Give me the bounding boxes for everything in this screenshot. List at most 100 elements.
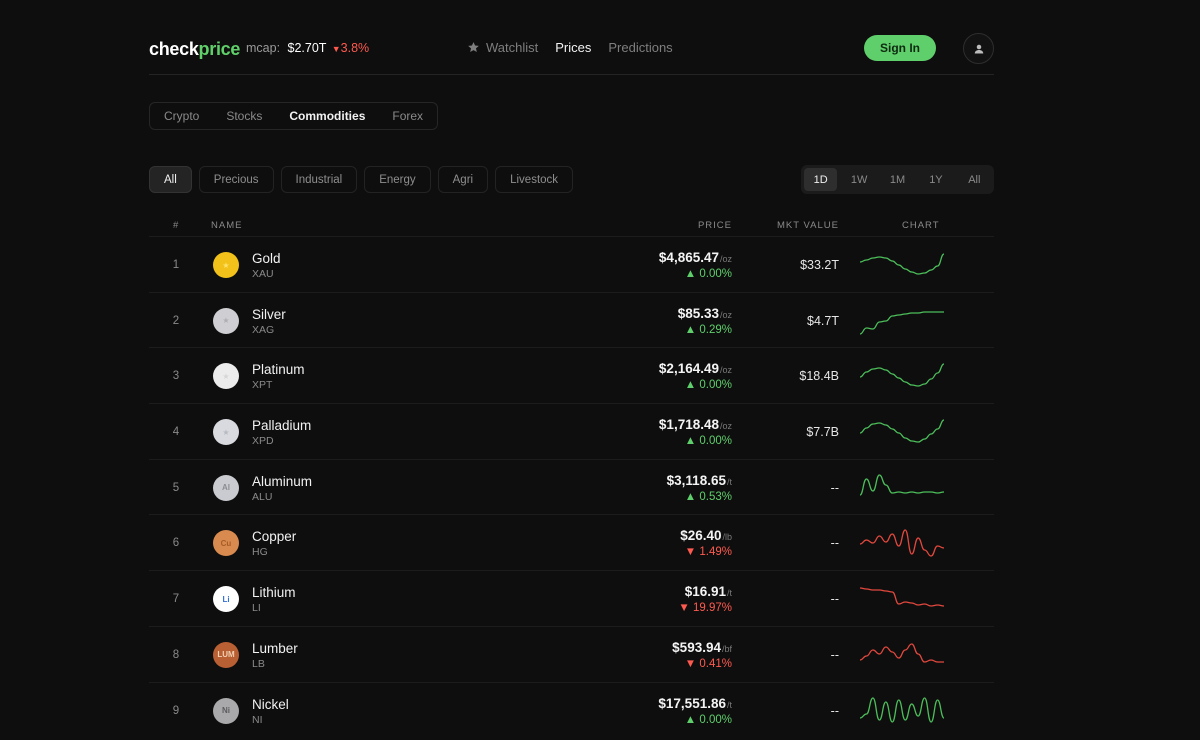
row-price-value: $593.94	[672, 639, 721, 655]
sparkline-chart	[859, 643, 944, 663]
lithium-icon: Li	[213, 586, 239, 613]
filter-industrial[interactable]: Industrial	[280, 166, 358, 193]
coin-icon-glyph: Ni	[222, 706, 230, 715]
row-market-value: --	[830, 592, 839, 607]
row-price: $85.33/oz	[678, 306, 732, 321]
row-symbol: XAG	[252, 323, 275, 336]
col-price[interactable]: PRICE	[698, 220, 732, 231]
sparkline-chart	[859, 253, 945, 275]
coin-icon-glyph: LUM	[217, 650, 235, 660]
nav-predictions[interactable]: Predictions	[608, 40, 672, 55]
down-arrow-icon: ▼	[684, 657, 697, 670]
table-row[interactable]: 9 Ni Nickel NI $17,551.86/t ▲ 0.00% --	[149, 681, 994, 738]
row-symbol: LB	[252, 657, 265, 670]
sparkline-path	[859, 696, 945, 723]
filter-energy[interactable]: Energy	[364, 166, 431, 193]
sparkline-path	[859, 587, 945, 607]
sparkline-path	[859, 529, 945, 558]
table-row[interactable]: 6 Cu Copper HG $26.40/lb ▼ 1.49% --	[149, 514, 994, 570]
row-name: Lumber	[252, 640, 298, 656]
row-symbol: NI	[252, 713, 263, 726]
period-all[interactable]: All	[958, 168, 991, 191]
row-change: ▲ 0.00%	[685, 435, 732, 447]
mcap-label: mcap:	[246, 41, 281, 55]
nav-prices[interactable]: Prices	[555, 40, 591, 55]
sparkline-chart	[859, 696, 945, 723]
row-symbol: XAU	[252, 268, 274, 280]
row-name: Nickel	[252, 696, 289, 712]
coin-icon-glyph: ★	[222, 316, 230, 326]
palladium-icon: ★	[213, 419, 239, 446]
row-price: $2,164.49/oz	[659, 361, 732, 376]
filter-livestock[interactable]: Livestock	[495, 166, 574, 193]
row-symbol: ALU	[252, 490, 273, 503]
table-row[interactable]: 1 ★ Gold XAU $4,865.47/oz ▲ 0.00% $33.2T	[149, 236, 994, 292]
table-row[interactable]: 7 Li Lithium LI $16.91/t ▼ 19.97% --	[149, 570, 994, 626]
row-rank: 6	[172, 537, 180, 550]
row-change-value: 0.53%	[699, 490, 732, 503]
filter-precious[interactable]: Precious	[198, 166, 274, 193]
col-rank[interactable]: #	[173, 220, 179, 231]
table-row[interactable]: 4 ★ Palladium XPD $1,718.48/oz ▲ 0.00% $7.7B	[149, 403, 994, 459]
col-name[interactable]: NAME	[211, 220, 242, 231]
coin-icon-glyph: Al	[222, 483, 230, 493]
col-market-value[interactable]: MKT VALUE	[777, 220, 839, 231]
up-arrow-icon: ▲	[684, 435, 697, 448]
sparkline-chart	[859, 311, 944, 335]
row-change: ▲ 0.00%	[685, 268, 732, 280]
row-name: Lithium	[252, 585, 296, 601]
row-market-value: $7.7B	[806, 425, 839, 440]
period-1y[interactable]: 1Y	[919, 168, 952, 191]
row-change: ▲ 0.00%	[685, 379, 732, 391]
down-arrow-icon: ▼	[678, 602, 690, 615]
row-change-value: 0.00%	[699, 268, 732, 280]
coin-icon-glyph: Cu	[220, 538, 232, 548]
row-price-unit: /t	[726, 476, 732, 487]
row-change: ▼ 0.41%	[685, 658, 732, 670]
sign-in-button[interactable]: Sign In	[864, 35, 936, 61]
row-price-value: $17,551.86	[658, 695, 726, 711]
sparkline-chart	[859, 419, 945, 443]
row-price: $17,551.86/t	[658, 696, 732, 711]
row-rank: 8	[172, 648, 180, 661]
sparkline-chart	[859, 474, 945, 496]
user-menu-button[interactable]	[963, 33, 994, 64]
row-name: Silver	[252, 306, 286, 322]
table-row[interactable]: 5 Al Aluminum ALU $3,118.65/t ▲ 0.53% --	[149, 458, 994, 515]
table-row[interactable]: 2 ★ Silver XAG $85.33/oz ▲ 0.29% $4.7T	[149, 291, 994, 348]
tab-stocks[interactable]: Stocks	[226, 109, 262, 123]
row-rank: 1	[172, 259, 180, 271]
market-cap-summary: mcap: $2.70T ▼3.8%	[246, 41, 369, 55]
row-price-unit: /t	[726, 588, 732, 599]
row-name: Gold	[252, 251, 281, 266]
row-price-unit: /lb	[722, 532, 732, 543]
coin-icon-glyph: ★	[222, 427, 230, 437]
row-price-unit: /oz	[719, 365, 732, 376]
table-row[interactable]: 8 LUM Lumber LB $593.94/bf ▼ 0.41% --	[149, 625, 994, 682]
up-arrow-icon: ▲	[684, 379, 697, 392]
period-1d[interactable]: 1D	[804, 168, 838, 191]
top-header: checkprice mcap: $2.70T ▼3.8% Watchlist …	[149, 31, 994, 75]
logo[interactable]: checkprice	[149, 39, 240, 60]
row-change-value: 0.29%	[699, 323, 732, 336]
row-price-value: $26.40	[680, 528, 722, 544]
row-price-value: $4,865.47	[658, 250, 719, 265]
row-name: Palladium	[252, 418, 312, 434]
nav-watchlist[interactable]: Watchlist	[467, 40, 538, 55]
row-name: Copper	[252, 529, 297, 545]
row-market-value: $18.4B	[799, 369, 839, 384]
row-change-value: 0.00%	[699, 713, 732, 726]
filter-agri[interactable]: Agri	[437, 166, 489, 193]
star-icon	[468, 42, 479, 53]
period-1m[interactable]: 1M	[881, 168, 914, 191]
tab-forex[interactable]: Forex	[392, 109, 423, 123]
period-1w[interactable]: 1W	[842, 168, 875, 191]
row-rank: 3	[172, 370, 180, 383]
filter-all[interactable]: All	[149, 166, 192, 193]
tab-commodities[interactable]: Commodities	[289, 109, 365, 123]
row-rank: 4	[172, 426, 180, 439]
table-row[interactable]: 3 ★ Platinum XPT $2,164.49/oz ▲ 0.00% $18.4B	[149, 347, 994, 403]
row-price: $593.94/bf	[672, 640, 732, 655]
row-change-value: 19.97%	[692, 602, 732, 615]
tab-crypto[interactable]: Crypto	[164, 109, 199, 123]
